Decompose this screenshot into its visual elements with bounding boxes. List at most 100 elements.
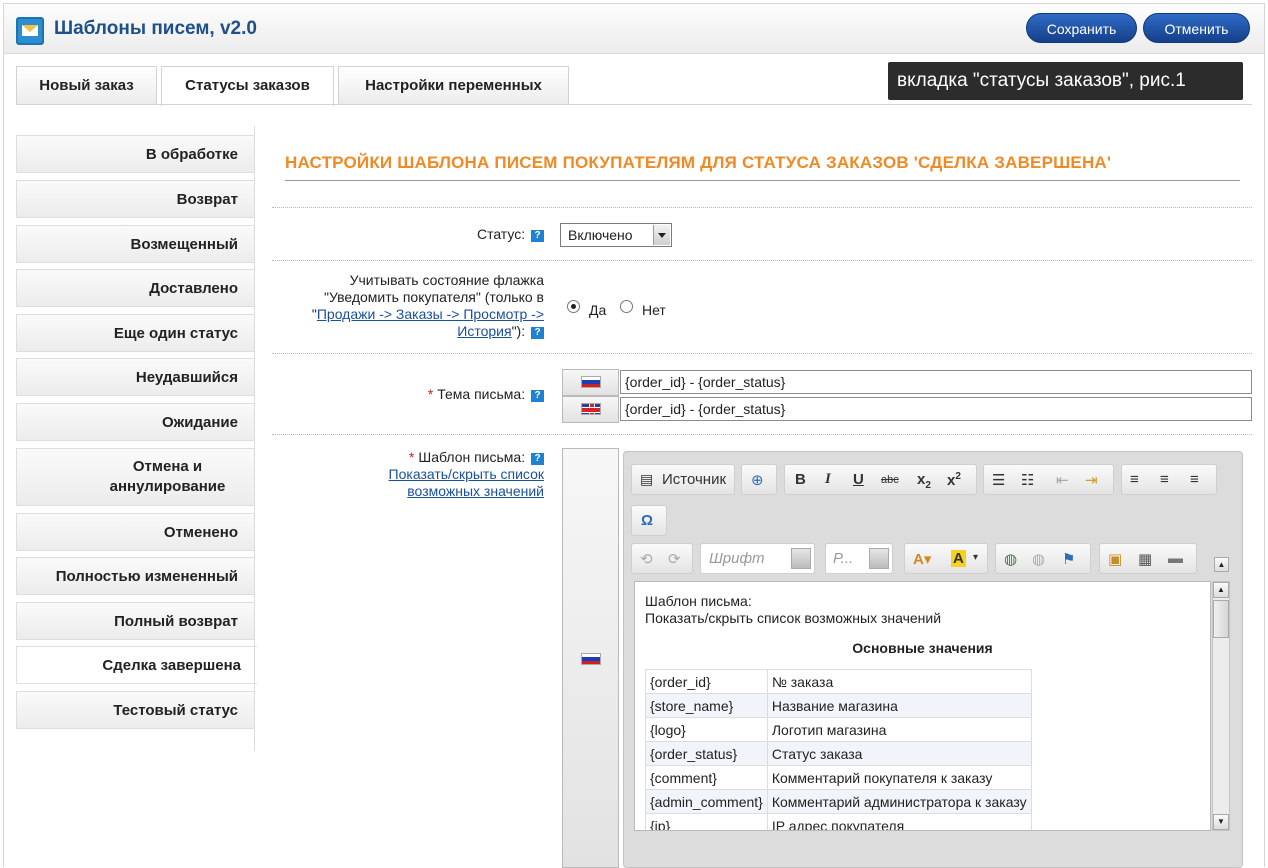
required-mark: * — [408, 449, 415, 465]
sidebar-item-another-status[interactable]: Еще один статус — [16, 314, 255, 352]
table-cell-desc: Комментарий администратора к заказу — [766, 789, 1032, 814]
help-icon[interactable]: ? — [531, 453, 544, 465]
bullet-list-icon[interactable]: ☷ — [1021, 471, 1034, 489]
unlink-icon[interactable]: ◍ — [1032, 550, 1045, 568]
sidebar-item-pending[interactable]: Ожидание — [16, 403, 255, 441]
cancel-button[interactable]: Отменить — [1143, 13, 1250, 43]
chevron-down-icon — [791, 548, 811, 569]
editor-content[interactable]: Шаблон письма: Показать/скрыть список во… — [634, 581, 1211, 831]
chevron-down-icon[interactable]: ▾ — [973, 552, 978, 563]
horizontal-rule-icon[interactable]: ▬ — [1168, 550, 1183, 567]
subject-label: * Тема письма: ? — [428, 386, 544, 403]
indent-icon[interactable]: ⇥ — [1085, 471, 1098, 489]
collapse-toolbar-icon[interactable]: ▲ — [1214, 557, 1229, 572]
table-row: {order_id} № заказа — [645, 669, 1032, 694]
rich-text-editor: ▤ Источник ⊕ B I U abc x2 x2 ☰ ☷ ⇤ ⇥ ≡ ≡… — [623, 451, 1243, 868]
subject-row: * Тема письма: ? — [272, 384, 544, 404]
superscript-icon[interactable]: x2 — [947, 471, 961, 489]
align-left-icon[interactable]: ≡ — [1130, 471, 1139, 488]
subscript-icon[interactable]: x2 — [917, 471, 931, 491]
radio-yes[interactable] — [567, 300, 580, 313]
tab-order-statuses[interactable]: Статусы заказов — [161, 66, 334, 106]
sidebar-item-return[interactable]: Возврат — [16, 180, 255, 218]
align-right-icon[interactable]: ≡ — [1190, 471, 1199, 488]
row-separator — [272, 207, 1252, 208]
content-heading: Основные значения — [852, 640, 993, 656]
template-label-text: Шаблон письма: — [418, 449, 526, 465]
status-row: Статус: ? — [272, 224, 544, 244]
template-label: * Шаблон письма: ? Показать/скрыть список… — [389, 449, 544, 500]
scroll-thumb[interactable] — [1213, 600, 1229, 638]
scroll-down-icon[interactable]: ▼ — [1213, 814, 1229, 830]
annotation-note: вкладка "статусы заказов", рис.1 — [888, 62, 1243, 100]
lang-ru-cell — [562, 369, 619, 396]
save-button[interactable]: Сохранить — [1026, 13, 1137, 43]
values-table: {order_id} № заказа {store_name} Название … — [645, 669, 1032, 830]
sidebar-item-cancel-void[interactable]: Отмена и аннулирование — [16, 448, 255, 506]
source-button[interactable]: Источник — [662, 471, 726, 488]
status-select[interactable]: Включено — [560, 223, 672, 247]
font-combo[interactable]: Шрифт — [700, 543, 815, 574]
envelope-icon — [16, 17, 44, 45]
align-center-icon[interactable]: ≡ — [1160, 471, 1169, 488]
image-icon[interactable]: ▣ — [1108, 550, 1122, 568]
sidebar-item-cancelled[interactable]: Отменено — [16, 513, 255, 551]
help-icon[interactable]: ? — [531, 390, 544, 402]
radio-no[interactable] — [620, 300, 633, 313]
list-group: ☰ ☷ ⇤ ⇥ — [983, 464, 1114, 495]
template-row: * Шаблон письма: ? Показать/скрыть список… — [272, 447, 544, 507]
sidebar-item-failed[interactable]: Неудавшийся — [16, 358, 255, 396]
sidebar-item-test-status[interactable]: Тестовый статус — [16, 691, 255, 729]
editor-scrollbar[interactable]: ▲ ▼ — [1212, 581, 1230, 831]
underline-icon[interactable]: U — [853, 471, 864, 488]
numbered-list-icon[interactable]: ☰ — [992, 471, 1005, 489]
bg-color-icon[interactable]: A — [951, 550, 966, 567]
table-row: {comment} Комментарий покупателя к заказу — [645, 765, 1032, 790]
radio-no-label: Нет — [642, 302, 666, 318]
size-combo[interactable]: Р... — [825, 543, 893, 574]
content-intro: Шаблон письма: Показать/скрыть список во… — [645, 593, 941, 627]
strikethrough-icon[interactable]: abc — [881, 474, 899, 486]
outdent-icon[interactable]: ⇤ — [1056, 471, 1069, 489]
undo-redo-group: ⟲ ⟳ — [631, 543, 693, 574]
subject-input-ru[interactable]: {order_id} - {order_status} — [620, 370, 1252, 394]
notify-label: Учитывать состояние флажка "Уведомить по… — [312, 272, 544, 340]
uk-flag-icon — [581, 403, 601, 415]
tab-new-order[interactable]: Новый заказ — [16, 66, 157, 104]
redo-icon[interactable]: ⟳ — [668, 550, 681, 568]
table-cell-key: {order_id} — [645, 669, 768, 694]
notify-label-line2: "Уведомить покупателя" (только в — [324, 289, 544, 305]
sidebar-divider — [254, 126, 255, 751]
toggle-values-link-line1[interactable]: Показать/скрыть список — [389, 466, 544, 482]
sidebar-item-fully-changed[interactable]: Полностью измененный — [16, 557, 255, 595]
text-color-icon[interactable]: A▾ — [913, 550, 931, 568]
toggle-values-link-line2[interactable]: возможных значений — [407, 483, 544, 499]
source-icon[interactable]: ▤ — [640, 471, 653, 488]
sidebar-item-deal-completed[interactable]: Сделка завершена — [16, 646, 257, 684]
sidebar-item-processing[interactable]: В обработке — [16, 135, 255, 173]
omega-icon[interactable]: Ω — [641, 512, 653, 529]
table-cell-desc: Комментарий покупателя к заказу — [766, 765, 1032, 790]
notify-suffix: "): — [511, 323, 526, 339]
undo-icon[interactable]: ⟲ — [640, 550, 653, 568]
required-mark: * — [427, 386, 434, 402]
bold-icon[interactable]: B — [795, 471, 806, 488]
scroll-up-icon[interactable]: ▲ — [1213, 582, 1229, 598]
sidebar-item-delivered[interactable]: Доставлено — [16, 269, 255, 307]
sidebar-item-refunded[interactable]: Возмещенный — [16, 225, 255, 263]
tab-variable-settings[interactable]: Настройки переменных — [338, 66, 569, 104]
table-cell-key: {logo} — [645, 717, 768, 742]
maximize-icon[interactable]: ⊕ — [751, 471, 764, 489]
sidebar-item-full-refund[interactable]: Полный возврат — [16, 602, 255, 640]
help-icon[interactable]: ? — [531, 230, 544, 242]
subject-input-en[interactable]: {order_id} - {order_status} — [620, 397, 1252, 421]
orders-history-link[interactable]: Продажи -> Заказы -> Просмотр -> — [317, 306, 544, 322]
app-frame: Шаблоны писем, v2.0 Сохранить Отменить Н… — [3, 3, 1265, 868]
anchor-flag-icon[interactable]: ⚑ — [1062, 550, 1075, 568]
table-icon[interactable]: ▦ — [1138, 550, 1152, 568]
history-link[interactable]: История — [457, 323, 511, 339]
link-icon[interactable]: ◍ — [1004, 550, 1017, 568]
help-icon[interactable]: ? — [531, 327, 544, 339]
subject-label-text: Тема письма: — [437, 386, 526, 402]
italic-icon[interactable]: I — [825, 471, 831, 488]
